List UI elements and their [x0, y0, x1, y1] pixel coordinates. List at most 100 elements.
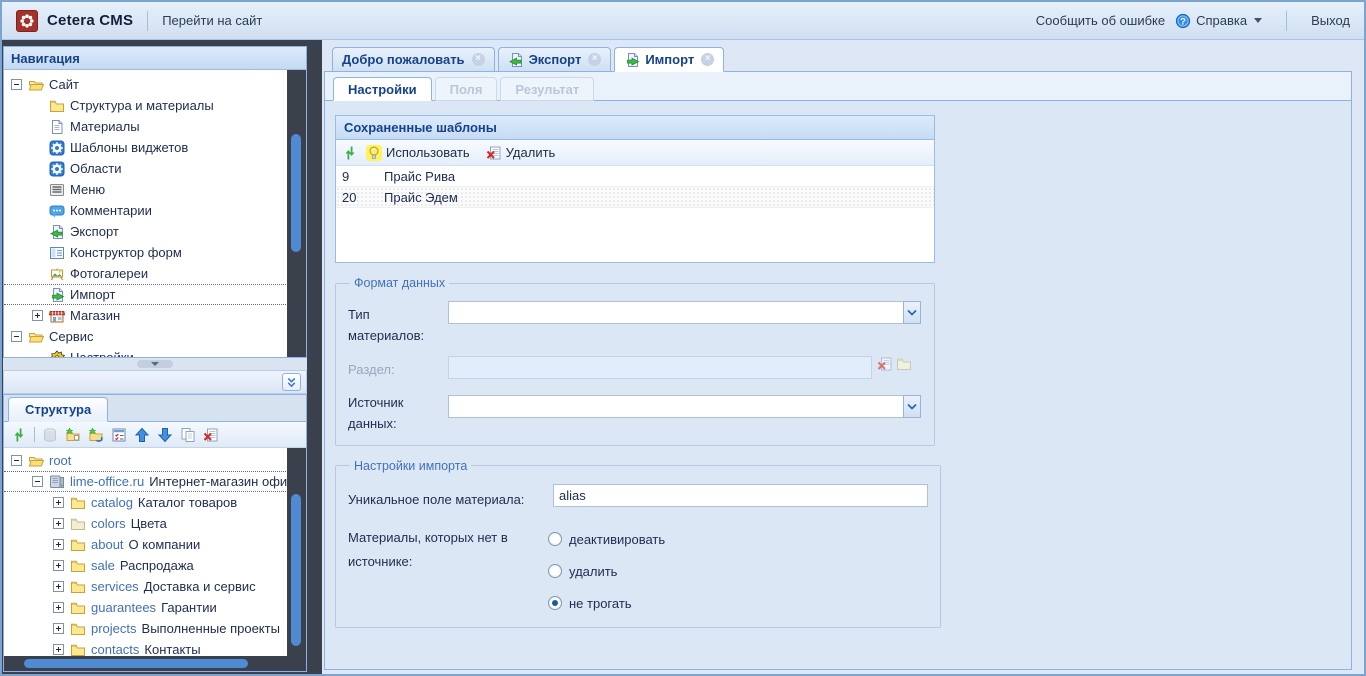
unique-field-input[interactable] [553, 484, 928, 507]
data-source-select[interactable] [448, 395, 921, 418]
tree-expander-plus-icon[interactable] [53, 644, 64, 655]
sub-tab[interactable]: Настройки [333, 77, 432, 101]
splitter-collapse-handle[interactable] [137, 360, 173, 368]
radio-unselected-icon[interactable] [548, 564, 562, 578]
nav-tree-item[interactable]: Сайт [4, 74, 306, 95]
toolbar-new-folder-link-icon[interactable] [88, 427, 104, 443]
tree-expander-minus-icon[interactable] [11, 455, 22, 466]
radio-option[interactable]: не трогать [548, 596, 665, 611]
tree-expander-minus-icon[interactable] [11, 331, 22, 342]
material-type-input[interactable] [448, 301, 903, 324]
use-bulb-icon[interactable] [366, 145, 382, 161]
main-tab-inactive[interactable]: Добро пожаловать× [332, 47, 495, 72]
radio-selected-icon[interactable] [548, 596, 562, 610]
tree-expander-plus-icon[interactable] [53, 539, 64, 550]
structure-tree-item[interactable]: aboutО компании [4, 534, 306, 555]
tree-expander-minus-icon[interactable] [11, 79, 22, 90]
tree-expander-minus-icon[interactable] [32, 476, 43, 487]
toolbar-refresh-icon[interactable] [11, 427, 27, 443]
nav-scrollbar-track[interactable] [287, 70, 306, 357]
tab-close-icon[interactable]: × [588, 53, 601, 66]
tree-expander-plus-icon[interactable] [32, 310, 43, 321]
nav-tree-item[interactable]: Шаблоны виджетов [4, 137, 306, 158]
radio-label: не трогать [569, 596, 632, 611]
nav-tree-item[interactable]: Магазин [4, 305, 306, 326]
nav-tree-item[interactable]: Области [4, 158, 306, 179]
toolbar-properties-icon[interactable] [111, 427, 127, 443]
tab-close-icon[interactable]: × [472, 53, 485, 66]
structure-hscrollbar-track[interactable] [4, 656, 287, 671]
main-tab-active[interactable]: Импорт× [614, 47, 724, 72]
structure-tree-item[interactable]: projectsВыполненные проекты [4, 618, 306, 639]
structure-hscrollbar-thumb[interactable] [24, 659, 248, 668]
structure-tree-item[interactable]: guaranteesГарантии [4, 597, 306, 618]
delete-button[interactable]: Удалить [506, 145, 556, 160]
tree-expander-plus-icon[interactable] [53, 518, 64, 529]
template-row[interactable]: 20Прайс Эдем [336, 187, 934, 208]
toolbar-delete-icon[interactable] [203, 427, 219, 443]
missing-materials-radio-group: деактивировать удалить не трогать [548, 522, 665, 611]
logout-link[interactable]: Выход [1311, 13, 1350, 28]
nav-tree-item[interactable]: Настройки [4, 347, 306, 357]
structure-item-title: Интернет-магазин офисной меб [149, 474, 306, 489]
tree-expander-plus-icon[interactable] [53, 602, 64, 613]
structure-tree-item[interactable]: servicesДоставка и сервис [4, 576, 306, 597]
top-bar: Cetera CMS Перейти на сайт Сообщить об о… [2, 2, 1364, 40]
structure-tree-item[interactable]: catalogКаталог товаров [4, 492, 306, 513]
refresh-icon[interactable] [342, 145, 358, 161]
nav-tree-item[interactable]: Конструктор форм [4, 242, 306, 263]
nav-tree-item[interactable]: Материалы [4, 116, 306, 137]
tree-expander-plus-icon[interactable] [53, 560, 64, 571]
toolbar-new-folder-icon[interactable] [65, 427, 81, 443]
toolbar-arrow-up-icon[interactable] [134, 427, 150, 443]
nav-tree-item[interactable]: Фотогалереи [4, 263, 306, 284]
structure-item-title: О компании [129, 537, 201, 552]
toolbar-copy-icon[interactable] [180, 427, 196, 443]
radio-option[interactable]: удалить [548, 564, 665, 579]
template-row[interactable]: 9Прайс Рива [336, 166, 934, 187]
structure-vscrollbar-thumb[interactable] [291, 494, 301, 646]
help-menu[interactable]: ? Справка [1175, 13, 1262, 29]
radio-option[interactable]: деактивировать [548, 532, 665, 547]
import-settings-fieldset: Настройки импорта Уникальное поле матери… [335, 459, 941, 628]
radio-unselected-icon[interactable] [548, 532, 562, 546]
report-error-link[interactable]: Сообщить об ошибке [1036, 13, 1165, 28]
toolbar-arrow-down-icon[interactable] [157, 427, 173, 443]
toolbar-database-icon[interactable] [42, 427, 58, 443]
combo-trigger-icon[interactable] [903, 395, 921, 418]
section-clear-icon[interactable] [877, 356, 893, 372]
host-icon [49, 474, 65, 490]
nav-tree-item[interactable]: Экспорт [4, 221, 306, 242]
use-button[interactable]: Использовать [386, 145, 470, 160]
goto-site-link[interactable]: Перейти на сайт [162, 13, 262, 28]
structure-tree-item[interactable]: lime-office.ru Интернет-магазин офисной м… [4, 471, 306, 492]
main-region: Добро пожаловать×Экспорт×Импорт× Настрой… [322, 40, 1364, 674]
nav-tree-item[interactable]: Комментарии [4, 200, 306, 221]
structure-vscrollbar-track[interactable] [287, 448, 306, 656]
tab-close-icon[interactable]: × [701, 53, 714, 66]
nav-tree-item[interactable]: Меню [4, 179, 306, 200]
nav-tree-item[interactable]: Сервис [4, 326, 306, 347]
data-source-input[interactable] [448, 395, 903, 418]
nav-scrollbar-thumb[interactable] [291, 134, 301, 252]
saved-templates-panel: Сохраненные шаблоны Использовать Удалить… [335, 115, 935, 263]
combo-trigger-icon[interactable] [903, 301, 921, 324]
material-type-select[interactable] [448, 301, 921, 324]
structure-tree-item[interactable]: saleРаспродажа [4, 555, 306, 576]
structure-item-alias: lime-office.ru [70, 474, 144, 489]
nav-tree-item[interactable]: Импорт [4, 284, 306, 305]
nav-tree-item[interactable]: Структура и материалы [4, 95, 306, 116]
tree-expander-plus-icon[interactable] [53, 497, 64, 508]
delete-icon[interactable] [486, 145, 502, 161]
structure-tree-item[interactable]: root [4, 450, 306, 471]
section-browse-folder-icon[interactable] [896, 356, 912, 372]
structure-tree-item[interactable]: colorsЦвета [4, 513, 306, 534]
main-tab-inactive[interactable]: Экспорт× [498, 47, 612, 72]
tree-expander-plus-icon[interactable] [53, 623, 64, 634]
tree-expander-plus-icon[interactable] [53, 581, 64, 592]
collapse-double-chevron-icon[interactable] [282, 373, 301, 391]
panel-splitter[interactable] [3, 358, 307, 370]
import-icon [624, 52, 640, 68]
structure-item-title: Выполненные проекты [142, 621, 280, 636]
tab-structure[interactable]: Структура [8, 397, 108, 422]
